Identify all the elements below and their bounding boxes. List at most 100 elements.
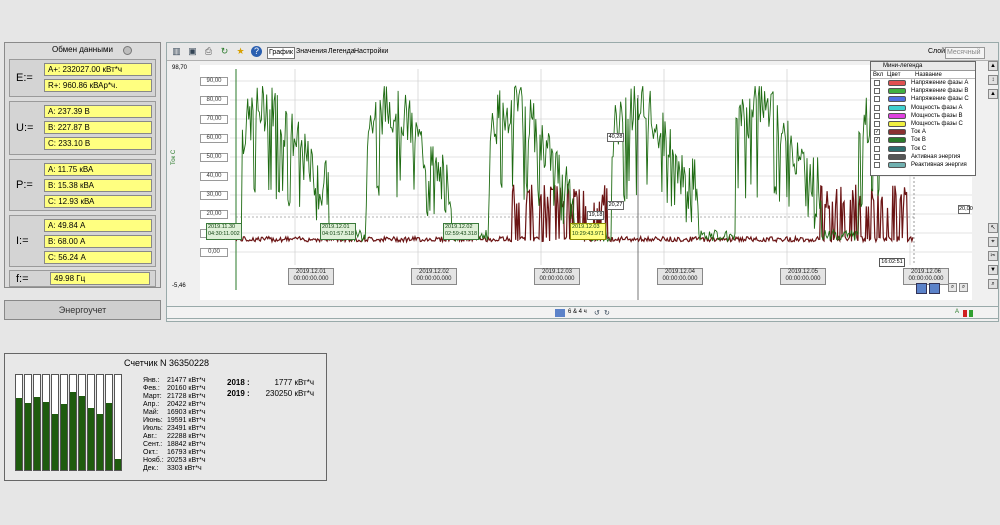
legend-checkbox[interactable] <box>874 104 880 111</box>
legend-item[interactable]: Мощность фазы А <box>871 104 975 112</box>
legend-item[interactable]: Мощность фазы В <box>871 112 975 120</box>
marker-time: 02:59:43.318 <box>445 231 478 237</box>
tab-values[interactable]: Значения <box>295 47 328 57</box>
y-tick-label: 90,00 <box>200 77 228 86</box>
plot-area[interactable]: 90,00 80,00 70,00 60,00 50,00 40,00 30,00 20,00… <box>200 65 973 300</box>
x-tick-time: 00:00:00.000 <box>293 276 329 282</box>
legend-item[interactable]: Напряжение фазы С <box>871 95 975 103</box>
time-marker[interactable]: 2019.12.02 02:59:43.318 <box>443 223 479 240</box>
legend-item[interactable]: ✓ Ток А <box>871 128 975 136</box>
star-icon[interactable]: ★ <box>235 46 246 57</box>
cursor-icon[interactable]: ↖ <box>988 223 998 233</box>
x-tick-time: 00:00:00.000 <box>416 276 452 282</box>
legend-checkbox[interactable] <box>874 96 880 103</box>
legend-label: Ток В <box>911 137 926 144</box>
power-group: P:= A: 11.75 кВА B: 15.38 кВА C: 12.93 к… <box>9 159 156 211</box>
month-name: Сент.: <box>143 441 163 448</box>
cut-icon[interactable]: ✂ <box>988 251 998 261</box>
legend-swatch <box>888 120 906 127</box>
legend-item[interactable]: Напряжение фазы А <box>871 79 975 87</box>
year-label: 2018 : <box>227 378 250 387</box>
magnifier-plus-icon[interactable]: ⌕ <box>959 283 968 292</box>
legend-item[interactable]: Мощность фазы С <box>871 120 975 128</box>
save-icon[interactable]: ▣ <box>187 46 198 57</box>
x-tick-label: 2019.12.03 00:00:00.000 <box>534 268 580 285</box>
legend-checkbox[interactable] <box>874 120 880 127</box>
month-name: Дек.: <box>143 465 159 472</box>
voltage-label: U:= <box>16 122 34 134</box>
month-bar-fill <box>43 402 49 470</box>
time-marker[interactable]: 2019.12.03 10:29:43.971 <box>570 223 606 240</box>
zoom-icon[interactable]: ⌕ <box>988 279 998 289</box>
scroll-up-icon[interactable]: ▲ <box>988 61 998 71</box>
forward-icon[interactable]: ↻ <box>604 309 610 317</box>
month-bar-fill <box>79 396 85 470</box>
y-tick-label: 30,00 <box>200 191 228 200</box>
tab-graph[interactable]: График <box>267 47 295 59</box>
month-value: 21728 кВт*ч <box>167 393 206 400</box>
legend-col-name: Название <box>915 72 942 78</box>
energy-label: E:= <box>16 72 33 84</box>
chart-toolbar: ▥ ▣ ⎙ ↻ ★ ? График Значения Легенда Наст… <box>167 43 998 61</box>
month-name: Окт.: <box>143 449 158 456</box>
month-bar-fill <box>61 404 67 470</box>
monitor-icon[interactable] <box>555 309 565 317</box>
legend-item[interactable]: Реактивная энергия <box>871 161 975 169</box>
mini-legend: Мини-легенда Вкл Цвет Название Напряжени… <box>870 61 976 176</box>
print-icon[interactable]: ⎙ <box>203 46 214 57</box>
x-tick-date: 2019.12.04 <box>664 269 696 275</box>
month-name: Янв.: <box>143 377 160 384</box>
month-value: 22288 кВт*ч <box>167 433 206 440</box>
legend-checkbox[interactable] <box>874 88 880 95</box>
marker-icon[interactable]: ⌖ <box>988 237 998 247</box>
refresh-icon[interactable]: ↻ <box>219 46 230 57</box>
legend-checkbox[interactable] <box>874 80 880 86</box>
time-marker[interactable]: 2019.12.01 04:01:57.518 <box>320 223 356 240</box>
value-tag: 19,18 <box>587 211 604 220</box>
month-bar <box>69 374 77 471</box>
pan-icon[interactable]: ↕ <box>988 75 998 85</box>
scroll-up-icon[interactable]: ▲ <box>988 89 998 99</box>
time-marker[interactable]: 2019.11.30 04:30:11.002 <box>206 223 242 240</box>
data-exchange-label: Обмен данными <box>52 45 113 54</box>
chart-icon[interactable]: ▥ <box>171 46 182 57</box>
period-select[interactable]: Месячный <box>945 47 985 59</box>
x-tick-time: 00:00:00.000 <box>785 276 821 282</box>
chart-window: ▥ ▣ ⎙ ↻ ★ ? График Значения Легенда Наст… <box>166 42 999 322</box>
frequency-value: 49.98 Гц <box>50 272 150 285</box>
magnifier-icon[interactable]: ⌕ <box>948 283 957 292</box>
status-strip: 6 & 4 ч ↺ ↻ A <box>166 306 999 319</box>
legend-checkbox[interactable]: ✓ <box>874 129 880 136</box>
zoom-in-icon[interactable] <box>929 283 940 294</box>
legend-checkbox[interactable] <box>874 153 880 160</box>
legend-checkbox[interactable] <box>874 161 880 168</box>
scroll-down-icon[interactable]: ▼ <box>988 265 998 275</box>
month-value: 16903 кВт*ч <box>167 409 206 416</box>
month-name: Фев.: <box>143 385 160 392</box>
legend-label: Напряжение фазы В <box>911 88 969 95</box>
chart-side-toolbar: ▲ ↕ ▲ ↖ ⌖ ✂ ▼ ⌕ <box>988 61 998 291</box>
power-b: B: 15.38 кВА <box>44 179 152 192</box>
legend-item[interactable]: Ток С <box>871 145 975 153</box>
legend-checkbox[interactable] <box>874 145 880 152</box>
x-tick-label: 2019.12.02 00:00:00.000 <box>411 268 457 285</box>
zoom-out-icon[interactable] <box>916 283 927 294</box>
legend-checkbox[interactable] <box>874 112 880 119</box>
legend-header: Вкл Цвет Название <box>871 71 975 79</box>
legend-swatch <box>888 80 906 86</box>
y-tick-label: 40,00 <box>200 172 228 181</box>
tab-settings[interactable]: Настройки <box>353 47 389 57</box>
legend-item[interactable]: ✓ Ток В <box>871 136 975 144</box>
marker-date: 2019.12.03 <box>572 224 600 230</box>
legend-item[interactable]: Напряжение фазы В <box>871 87 975 95</box>
legend-item[interactable]: Активная энергия <box>871 153 975 161</box>
energy-accounting-button[interactable]: Энергоучет <box>4 300 161 320</box>
current-group: I:= A: 49.84 А B: 68.00 А C: 56.24 А <box>9 215 156 267</box>
y-tick-label: 60,00 <box>200 134 228 143</box>
help-icon[interactable]: ? <box>251 46 262 57</box>
tab-legend[interactable]: Легенда <box>327 47 356 57</box>
legend-label: Мощность фазы А <box>911 104 963 111</box>
legend-swatch <box>888 112 906 119</box>
back-icon[interactable]: ↺ <box>594 309 600 317</box>
legend-checkbox[interactable]: ✓ <box>874 137 880 144</box>
